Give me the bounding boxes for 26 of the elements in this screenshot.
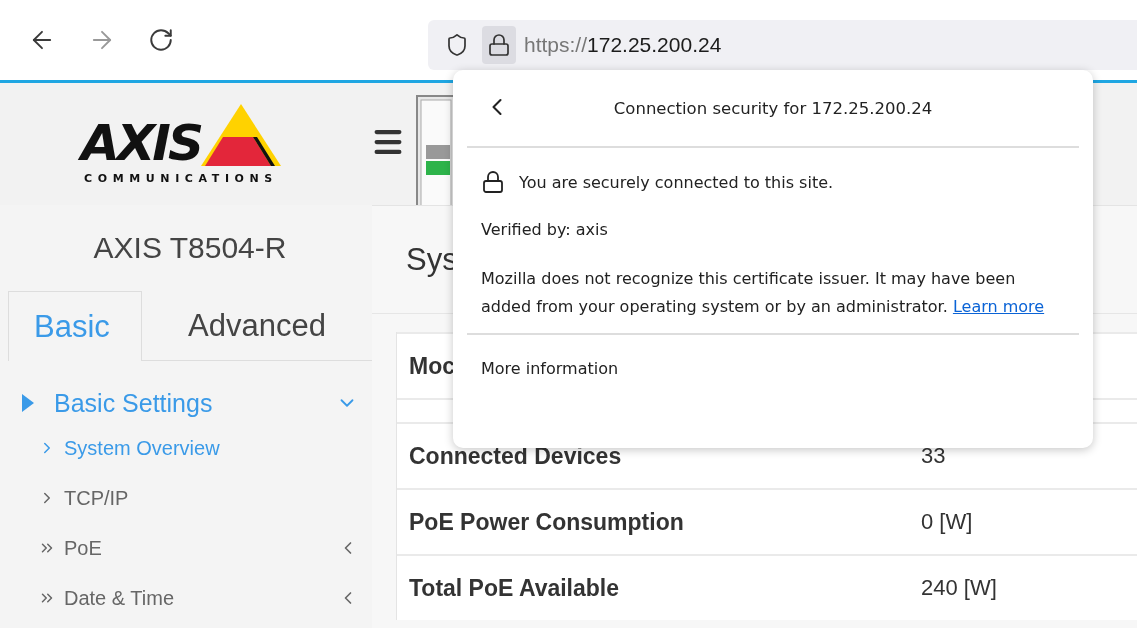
url-text: https://172.25.200.24 <box>524 33 722 57</box>
row-value: 0 [W] <box>921 509 973 535</box>
menu-item[interactable]: Date & Time <box>8 573 358 623</box>
connection-status: You are securely connected to this site. <box>519 172 834 192</box>
row-label: Moc <box>409 352 455 380</box>
learn-more-link[interactable]: Learn more <box>952 297 1045 316</box>
row-label: PoE Power Consumption <box>409 508 684 536</box>
menu-section[interactable]: Basic Settings <box>8 383 358 423</box>
address-bar[interactable]: https://172.25.200.24 <box>428 20 1137 70</box>
reload-icon[interactable] <box>148 27 174 53</box>
row-value: 33 <box>921 443 946 469</box>
menu-item[interactable]: PoE <box>8 523 358 573</box>
popup-title: Connection security for 172.25.200.24 <box>612 98 934 118</box>
row-label: Total PoE Available <box>409 574 620 602</box>
device-model: AXIS T8504-R <box>92 230 288 266</box>
triangle-icon <box>22 394 34 412</box>
verified-by: Verified by: axis <box>481 220 609 239</box>
lock-icon <box>481 170 505 194</box>
menu-item[interactable]: System Overview <box>8 423 358 473</box>
row-value: 240 [W] <box>921 575 997 601</box>
menu-item[interactable]: TCP/IP <box>8 473 358 523</box>
more-information-button[interactable]: More information <box>467 335 633 402</box>
row-label: Connected Devices <box>409 442 622 470</box>
lock-icon <box>487 33 511 57</box>
tab[interactable]: Basic <box>8 291 142 361</box>
lock-button[interactable] <box>482 26 516 64</box>
